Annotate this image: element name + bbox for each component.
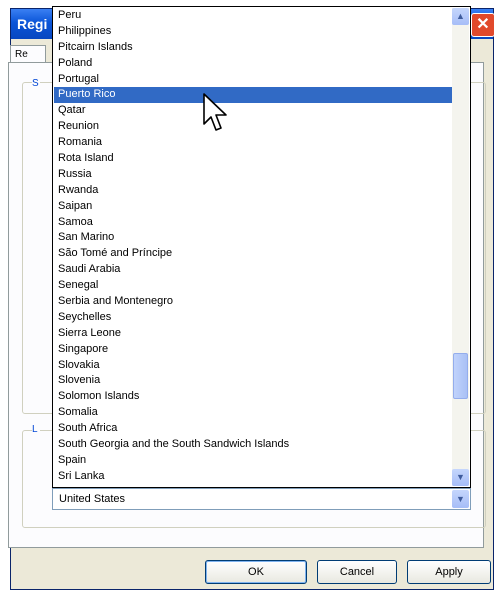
list-item[interactable]: Poland [54,56,452,72]
list-item[interactable]: Rwanda [54,183,452,199]
list-item[interactable]: Saipan [54,199,452,215]
list-item[interactable]: Saudi Arabia [54,262,452,278]
list-item[interactable]: Solomon Islands [54,389,452,405]
chevron-down-icon[interactable]: ▼ [452,469,469,486]
window-title: Regi [17,16,48,32]
list-item[interactable]: Pitcairn Islands [54,40,452,56]
list-item[interactable]: Reunion [54,119,452,135]
list-item[interactable]: Seychelles [54,310,452,326]
list-item[interactable]: Spain [54,453,452,469]
chevron-down-icon[interactable]: ▼ [452,490,469,508]
cancel-button[interactable]: Cancel [317,560,397,584]
apply-button[interactable]: Apply [407,560,491,584]
tab-regional[interactable]: Re [10,45,46,63]
country-dropdown-list[interactable]: Peru Philippines Pitcairn Islands Poland Por… [52,6,471,488]
list-item[interactable]: South Georgia and the South Sandwich Isl… [54,437,452,453]
list-item[interactable]: Puerto Rico [54,87,452,104]
close-button[interactable]: ✕ [471,13,494,37]
list-item[interactable]: Senegal [54,278,452,294]
list-item[interactable]: South Africa [54,421,452,437]
list-item[interactable]: Rota Island [54,151,452,167]
list-item[interactable]: Portugal [54,72,452,88]
chevron-up-icon[interactable]: ▲ [452,8,469,25]
list-item[interactable]: Qatar [54,103,452,119]
list-item[interactable]: Philippines [54,24,452,40]
location-select-value: United States [59,493,126,505]
list-item[interactable]: Samoa [54,215,452,231]
list-item[interactable]: Romania [54,135,452,151]
ok-button[interactable]: OK [205,560,307,584]
scrollbar-thumb[interactable] [453,353,468,399]
list-item[interactable]: San Marino [54,230,452,246]
list-item[interactable]: Russia [54,167,452,183]
list-item[interactable]: Somalia [54,405,452,421]
location-select[interactable]: United States ▼ [52,488,471,510]
list-item[interactable]: São Tomé and Príncipe [54,246,452,262]
country-list[interactable]: Peru Philippines Pitcairn Islands Poland Por… [54,8,452,486]
mouse-pointer-icon [203,93,227,131]
group-label-standards: S [32,78,40,89]
list-item[interactable]: Sierra Leone [54,326,452,342]
list-item[interactable]: Peru [54,8,452,24]
scrollbar[interactable]: ▲ ▼ [452,8,469,486]
list-item[interactable]: Slovenia [54,373,452,389]
list-item[interactable]: Sri Lanka [54,469,452,485]
group-label-location: L [32,424,40,436]
list-item[interactable]: Slovakia [54,358,452,374]
list-item[interactable]: Singapore [54,342,452,358]
list-item[interactable]: Serbia and Montenegro [54,294,452,310]
